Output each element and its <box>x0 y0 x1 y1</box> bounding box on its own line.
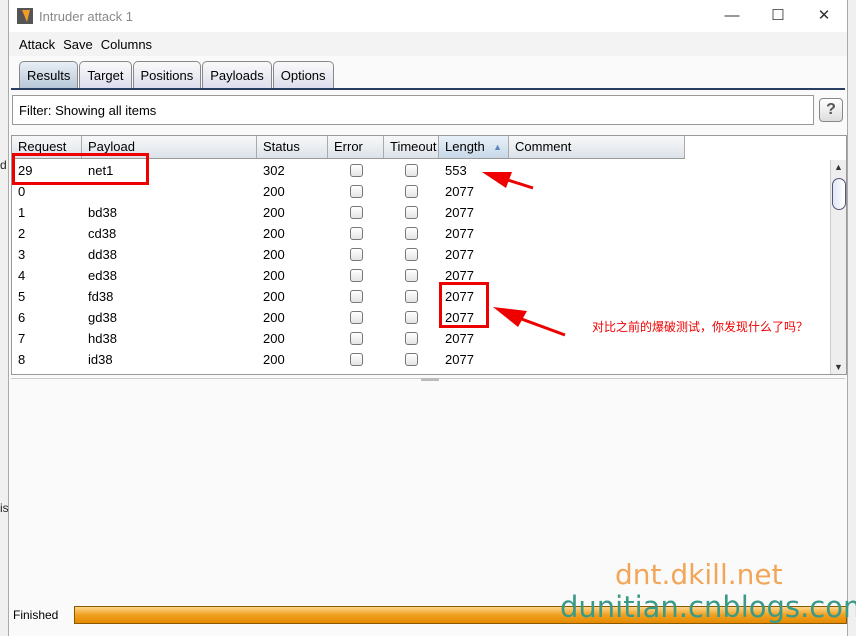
watermark-line1: dnt.dkill.net <box>615 558 783 591</box>
arrow-head <box>493 307 527 327</box>
arrow-head <box>482 172 512 188</box>
watermark-line2: dunitian.cnblogs.com <box>560 590 856 624</box>
annotation-note: 对比之前的爆破测试，你发现什么了吗？ <box>592 320 809 334</box>
